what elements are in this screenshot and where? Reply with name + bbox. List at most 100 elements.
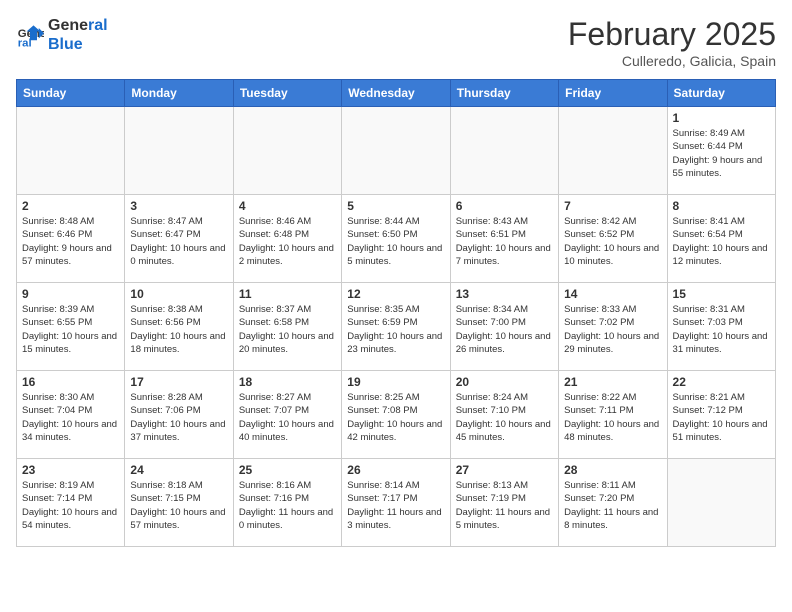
day-info: Sunrise: 8:44 AM Sunset: 6:50 PM Dayligh… xyxy=(347,215,444,268)
calendar-week-3: 16 Sunrise: 8:30 AM Sunset: 7:04 PM Dayli… xyxy=(17,371,776,459)
calendar: SundayMondayTuesdayWednesdayThursdayFrid… xyxy=(16,79,776,547)
day-number: 26 xyxy=(347,463,444,477)
weekday-wednesday: Wednesday xyxy=(342,80,450,107)
day-number: 2 xyxy=(22,199,119,213)
day-info: Sunrise: 8:14 AM Sunset: 7:17 PM Dayligh… xyxy=(347,479,444,532)
calendar-cell: 12Sunrise: 8:35 AM Sunset: 6:59 PM Dayli… xyxy=(342,283,450,371)
day-number: 8 xyxy=(673,199,770,213)
calendar-cell: 28 Sunrise: 8:11 AM Sunset: 7:20 PM Dayli… xyxy=(559,459,667,547)
day-info: Sunrise: 8:27 AM Sunset: 7:07 PM Dayligh… xyxy=(239,391,336,444)
calendar-cell: 21 Sunrise: 8:22 AM Sunset: 7:11 PM Dayli… xyxy=(559,371,667,459)
day-info: Sunrise: 8:49 AM Sunset: 6:44 PM Dayligh… xyxy=(673,127,770,180)
calendar-cell xyxy=(233,107,341,195)
calendar-cell: 26 Sunrise: 8:14 AM Sunset: 7:17 PM Dayli… xyxy=(342,459,450,547)
day-info: Sunrise: 8:30 AM Sunset: 7:04 PM Dayligh… xyxy=(22,391,119,444)
calendar-week-4: 23 Sunrise: 8:19 AM Sunset: 7:14 PM Dayli… xyxy=(17,459,776,547)
title-block: February 2025 Culleredo, Galicia, Spain xyxy=(568,16,776,69)
weekday-saturday: Saturday xyxy=(667,80,775,107)
weekday-header-row: SundayMondayTuesdayWednesdayThursdayFrid… xyxy=(17,80,776,107)
day-info: Sunrise: 8:21 AM Sunset: 7:12 PM Dayligh… xyxy=(673,391,770,444)
calendar-cell: 5 Sunrise: 8:44 AM Sunset: 6:50 PM Daylig… xyxy=(342,195,450,283)
day-number: 6 xyxy=(456,199,553,213)
day-info: Sunrise: 8:13 AM Sunset: 7:19 PM Dayligh… xyxy=(456,479,553,532)
calendar-cell xyxy=(559,107,667,195)
day-info: Sunrise: 8:47 AM Sunset: 6:47 PM Dayligh… xyxy=(130,215,227,268)
logo-icon: Gene ral xyxy=(16,21,44,49)
calendar-week-1: 2 Sunrise: 8:48 AM Sunset: 6:46 PM Daylig… xyxy=(17,195,776,283)
day-info: Sunrise: 8:24 AM Sunset: 7:10 PM Dayligh… xyxy=(456,391,553,444)
day-number: 16 xyxy=(22,375,119,389)
day-number: 23 xyxy=(22,463,119,477)
day-number: 18 xyxy=(239,375,336,389)
calendar-cell: 15 Sunrise: 8:31 AM Sunset: 7:03 PM Dayli… xyxy=(667,283,775,371)
calendar-cell xyxy=(17,107,125,195)
page-header: Gene ral General Blue February 2025 Cull… xyxy=(16,16,776,69)
logo-general: General xyxy=(48,16,108,35)
calendar-cell xyxy=(667,459,775,547)
calendar-week-2: 9Sunrise: 8:39 AM Sunset: 6:55 PM Daylig… xyxy=(17,283,776,371)
weekday-tuesday: Tuesday xyxy=(233,80,341,107)
day-info: Sunrise: 8:28 AM Sunset: 7:06 PM Dayligh… xyxy=(130,391,227,444)
calendar-header: SundayMondayTuesdayWednesdayThursdayFrid… xyxy=(17,80,776,107)
day-number: 27 xyxy=(456,463,553,477)
day-number: 13 xyxy=(456,287,553,301)
weekday-sunday: Sunday xyxy=(17,80,125,107)
day-info: Sunrise: 8:41 AM Sunset: 6:54 PM Dayligh… xyxy=(673,215,770,268)
day-info: Sunrise: 8:22 AM Sunset: 7:11 PM Dayligh… xyxy=(564,391,661,444)
calendar-cell: 18 Sunrise: 8:27 AM Sunset: 7:07 PM Dayli… xyxy=(233,371,341,459)
day-info: Sunrise: 8:42 AM Sunset: 6:52 PM Dayligh… xyxy=(564,215,661,268)
svg-text:ral: ral xyxy=(18,38,32,50)
location: Culleredo, Galicia, Spain xyxy=(568,53,776,69)
day-info: Sunrise: 8:34 AM Sunset: 7:00 PM Dayligh… xyxy=(456,303,553,356)
calendar-cell xyxy=(342,107,450,195)
day-number: 22 xyxy=(673,375,770,389)
calendar-cell: 27 Sunrise: 8:13 AM Sunset: 7:19 PM Dayli… xyxy=(450,459,558,547)
day-number: 21 xyxy=(564,375,661,389)
calendar-cell: 17 Sunrise: 8:28 AM Sunset: 7:06 PM Dayli… xyxy=(125,371,233,459)
calendar-cell: 16 Sunrise: 8:30 AM Sunset: 7:04 PM Dayli… xyxy=(17,371,125,459)
calendar-body: 1 Sunrise: 8:49 AM Sunset: 6:44 PM Daylig… xyxy=(17,107,776,547)
logo-blue: Blue xyxy=(48,35,108,54)
calendar-cell: 8 Sunrise: 8:41 AM Sunset: 6:54 PM Daylig… xyxy=(667,195,775,283)
calendar-cell: 19Sunrise: 8:25 AM Sunset: 7:08 PM Dayli… xyxy=(342,371,450,459)
day-info: Sunrise: 8:11 AM Sunset: 7:20 PM Dayligh… xyxy=(564,479,661,532)
day-info: Sunrise: 8:16 AM Sunset: 7:16 PM Dayligh… xyxy=(239,479,336,532)
day-number: 28 xyxy=(564,463,661,477)
day-number: 17 xyxy=(130,375,227,389)
calendar-cell: 14 Sunrise: 8:33 AM Sunset: 7:02 PM Dayli… xyxy=(559,283,667,371)
weekday-thursday: Thursday xyxy=(450,80,558,107)
day-info: Sunrise: 8:38 AM Sunset: 6:56 PM Dayligh… xyxy=(130,303,227,356)
day-number: 3 xyxy=(130,199,227,213)
calendar-cell: 2 Sunrise: 8:48 AM Sunset: 6:46 PM Daylig… xyxy=(17,195,125,283)
calendar-cell: 13 Sunrise: 8:34 AM Sunset: 7:00 PM Dayli… xyxy=(450,283,558,371)
day-info: Sunrise: 8:19 AM Sunset: 7:14 PM Dayligh… xyxy=(22,479,119,532)
calendar-week-0: 1 Sunrise: 8:49 AM Sunset: 6:44 PM Daylig… xyxy=(17,107,776,195)
day-info: Sunrise: 8:37 AM Sunset: 6:58 PM Dayligh… xyxy=(239,303,336,356)
day-number: 12 xyxy=(347,287,444,301)
calendar-cell: 1 Sunrise: 8:49 AM Sunset: 6:44 PM Daylig… xyxy=(667,107,775,195)
day-number: 20 xyxy=(456,375,553,389)
day-number: 14 xyxy=(564,287,661,301)
calendar-cell: 23 Sunrise: 8:19 AM Sunset: 7:14 PM Dayli… xyxy=(17,459,125,547)
logo: Gene ral General Blue xyxy=(16,16,108,54)
day-info: Sunrise: 8:31 AM Sunset: 7:03 PM Dayligh… xyxy=(673,303,770,356)
day-number: 5 xyxy=(347,199,444,213)
month-title: February 2025 xyxy=(568,16,776,53)
day-number: 25 xyxy=(239,463,336,477)
calendar-cell: 24Sunrise: 8:18 AM Sunset: 7:15 PM Dayli… xyxy=(125,459,233,547)
calendar-cell: 7 Sunrise: 8:42 AM Sunset: 6:52 PM Daylig… xyxy=(559,195,667,283)
calendar-cell: 4Sunrise: 8:46 AM Sunset: 6:48 PM Daylig… xyxy=(233,195,341,283)
day-number: 15 xyxy=(673,287,770,301)
day-info: Sunrise: 8:48 AM Sunset: 6:46 PM Dayligh… xyxy=(22,215,119,268)
day-info: Sunrise: 8:46 AM Sunset: 6:48 PM Dayligh… xyxy=(239,215,336,268)
day-number: 19 xyxy=(347,375,444,389)
calendar-cell: 10 Sunrise: 8:38 AM Sunset: 6:56 PM Dayli… xyxy=(125,283,233,371)
day-info: Sunrise: 8:33 AM Sunset: 7:02 PM Dayligh… xyxy=(564,303,661,356)
calendar-cell xyxy=(125,107,233,195)
day-number: 24 xyxy=(130,463,227,477)
day-number: 7 xyxy=(564,199,661,213)
day-number: 1 xyxy=(673,111,770,125)
day-number: 10 xyxy=(130,287,227,301)
day-info: Sunrise: 8:39 AM Sunset: 6:55 PM Dayligh… xyxy=(22,303,119,356)
weekday-monday: Monday xyxy=(125,80,233,107)
